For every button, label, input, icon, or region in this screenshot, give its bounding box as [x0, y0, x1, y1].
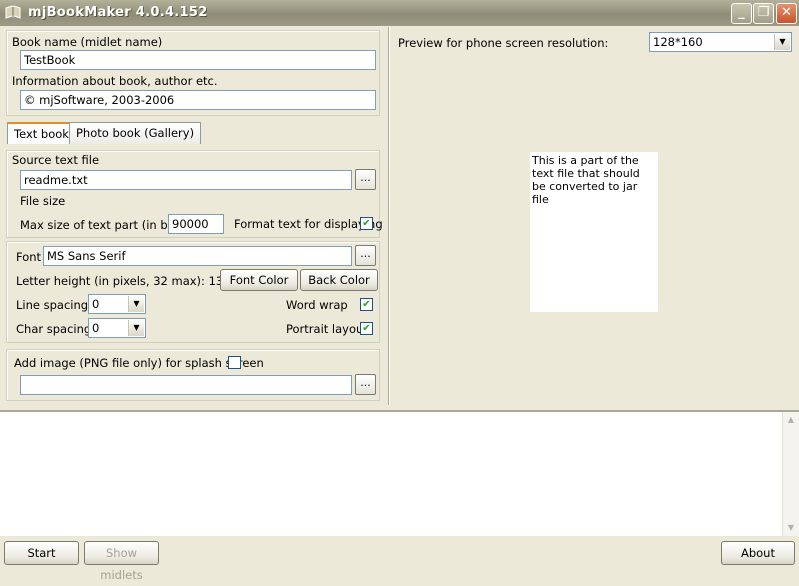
font-input[interactable]: MS Sans Serif: [43, 246, 352, 266]
book-name-input[interactable]: TestBook: [20, 50, 376, 70]
show-midlets-button[interactable]: Show midlets: [84, 541, 159, 582]
font-label: Font: [16, 250, 42, 264]
back-color-button[interactable]: Back Color: [300, 269, 378, 291]
scroll-up-icon[interactable]: ▲: [783, 412, 799, 428]
chevron-down-icon[interactable]: ▼: [128, 320, 144, 336]
book-info-label: Information about book, author etc.: [12, 74, 218, 88]
word-wrap-label: Word wrap: [286, 298, 348, 312]
line-spacing-value: 0: [92, 297, 100, 311]
start-button[interactable]: Start: [4, 541, 79, 565]
font-color-button[interactable]: Font Color: [220, 269, 298, 291]
log-scrollbar[interactable]: ▲ ▼: [782, 412, 799, 536]
file-size-label: File size: [20, 194, 66, 208]
line-spacing-select[interactable]: 0 ▼: [88, 294, 146, 314]
book-icon: [5, 5, 21, 19]
source-browse-button[interactable]: ...: [355, 169, 376, 190]
char-spacing-label: Char spacing: [16, 322, 92, 336]
panel-splitter[interactable]: [388, 27, 390, 405]
format-text-checkbox[interactable]: ✔: [360, 217, 373, 230]
minimize-icon: _: [738, 5, 745, 20]
preview-text: This is a part of the text file that sho…: [532, 154, 640, 206]
scroll-down-icon[interactable]: ▼: [783, 520, 799, 536]
letter-height-label: Letter height (in pixels, 32 max): 13: [16, 274, 224, 288]
minimize-button[interactable]: _: [731, 3, 752, 24]
resolution-select[interactable]: 128*160 ▼: [649, 32, 792, 52]
font-browse-button[interactable]: ...: [355, 245, 376, 266]
title-bar: mjBookMaker 4.0.4.152 _ ❐ ✕: [0, 0, 799, 26]
book-name-label: Book name (midlet name): [12, 35, 163, 49]
log-area[interactable]: ▲ ▼: [0, 410, 799, 536]
tab-photo-book[interactable]: Photo book (Gallery): [69, 122, 202, 144]
splash-file-input[interactable]: [20, 375, 352, 395]
splash-label: Add image (PNG file only) for splash scr…: [14, 356, 264, 370]
char-spacing-select[interactable]: 0 ▼: [88, 318, 146, 338]
char-spacing-value: 0: [92, 321, 100, 335]
book-info-input[interactable]: © mjSoftware, 2003-2006: [20, 90, 376, 110]
about-button[interactable]: About: [721, 541, 795, 565]
splash-browse-button[interactable]: ...: [355, 374, 376, 395]
source-file-label: Source text file: [12, 153, 100, 167]
close-button[interactable]: ✕: [776, 3, 797, 24]
portrait-layout-checkbox[interactable]: ✔: [360, 322, 373, 335]
restore-icon: ❐: [757, 5, 770, 20]
tab-text-book[interactable]: Text book: [7, 122, 76, 144]
chevron-down-icon[interactable]: ▼: [774, 34, 790, 50]
resolution-value: 128*160: [653, 35, 703, 49]
close-icon: ✕: [781, 5, 792, 20]
source-file-input[interactable]: readme.txt: [20, 170, 352, 190]
window-title: mjBookMaker 4.0.4.152: [28, 5, 208, 20]
maximize-button[interactable]: ❐: [753, 3, 774, 24]
splash-checkbox[interactable]: [228, 356, 241, 369]
chevron-down-icon[interactable]: ▼: [128, 296, 144, 312]
preview-label: Preview for phone screen resolution:: [398, 36, 609, 50]
max-size-input[interactable]: 90000: [168, 214, 224, 234]
preview-screen: This is a part of the text file that sho…: [530, 152, 658, 312]
word-wrap-checkbox[interactable]: ✔: [360, 298, 373, 311]
portrait-layout-label: Portrait layout: [286, 322, 368, 336]
line-spacing-label: Line spacing: [16, 298, 89, 312]
